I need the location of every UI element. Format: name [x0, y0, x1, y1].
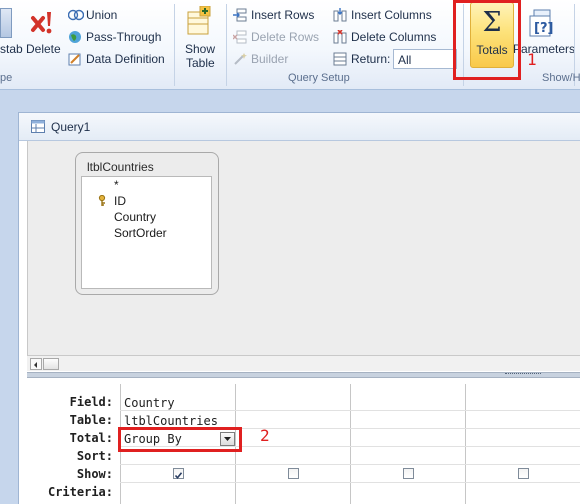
- insert-rows-icon: [233, 8, 247, 22]
- union-icon: [67, 8, 85, 22]
- delete-rows-icon: [232, 30, 247, 44]
- parameters-icon[interactable]: [?]: [528, 8, 556, 38]
- crosstab-icon[interactable]: [0, 8, 12, 38]
- show-checkbox[interactable]: [288, 468, 299, 479]
- row-label-criteria: Criteria:: [47, 485, 113, 499]
- delete-columns-button[interactable]: Delete Columns: [333, 27, 436, 47]
- svg-text:[?]: [?]: [534, 21, 553, 36]
- insert-columns-label: Insert Columns: [351, 8, 432, 22]
- delete-rows-label: Delete Rows: [251, 30, 320, 44]
- row-label-table: Table:: [69, 413, 113, 427]
- grid-divider: [465, 384, 466, 504]
- show-checkbox[interactable]: [518, 468, 529, 479]
- delete-rows-button[interactable]: Delete Rows: [232, 27, 320, 47]
- return-icon: [333, 52, 347, 66]
- builder-wand-icon: [233, 52, 247, 66]
- group-separator: [226, 4, 227, 86]
- delete-icon[interactable]: [30, 8, 56, 38]
- show-checkbox-checked[interactable]: [173, 468, 184, 480]
- grid-row-divider: [120, 410, 580, 411]
- row-label-sort: Sort:: [76, 449, 113, 463]
- field-item-country[interactable]: Country: [114, 210, 156, 224]
- passthrough-button[interactable]: Pass-Through: [68, 27, 161, 47]
- table-cell[interactable]: ltblCountries: [124, 414, 218, 428]
- return-value: All: [398, 53, 412, 67]
- delete-button-label[interactable]: Delete: [26, 42, 61, 56]
- annotation-highlight-box-1: [453, 0, 521, 80]
- return-combobox[interactable]: All: [393, 49, 457, 69]
- parameters-label[interactable]: Parameters: [513, 42, 575, 56]
- crosstab-button-label[interactable]: stab: [0, 42, 23, 56]
- data-definition-button[interactable]: Data Definition: [68, 49, 165, 69]
- grid-row-divider: [120, 482, 580, 483]
- field-item-all[interactable]: *: [114, 178, 119, 192]
- horizontal-scrollbar[interactable]: [27, 355, 580, 371]
- group-label-query-setup: Query Setup: [288, 72, 350, 84]
- union-label: Union: [86, 8, 118, 22]
- insert-columns-icon: [333, 8, 347, 22]
- group-separator: [174, 4, 175, 86]
- group-label-show-hide: Show/H: [542, 72, 580, 84]
- show-checkbox[interactable]: [403, 468, 414, 479]
- annotation-number-1: 1: [527, 50, 537, 69]
- field-item-sortorder[interactable]: SortOrder: [114, 226, 167, 240]
- delete-columns-label: Delete Columns: [351, 30, 437, 44]
- passthrough-label: Pass-Through: [86, 30, 162, 44]
- field-cell[interactable]: Country: [124, 396, 175, 410]
- insert-rows-label: Insert Rows: [251, 8, 315, 22]
- query-tab[interactable]: Query1: [19, 113, 580, 141]
- insert-columns-button[interactable]: Insert Columns: [333, 5, 432, 25]
- primary-key-icon: [98, 194, 108, 207]
- globe-icon: [68, 30, 82, 44]
- grid-divider: [350, 384, 351, 504]
- table-field-list-title[interactable]: ltblCountries: [87, 160, 154, 174]
- grid-row-divider: [120, 464, 580, 465]
- scrollbar-thumb[interactable]: [43, 358, 59, 370]
- builder-button[interactable]: Builder: [233, 49, 288, 69]
- show-table-label-2[interactable]: Table: [186, 56, 215, 70]
- data-definition-label: Data Definition: [86, 52, 165, 66]
- annotation-highlight-box-2: [118, 427, 242, 452]
- delete-columns-icon: [333, 29, 347, 44]
- annotation-number-2: 2: [260, 426, 270, 445]
- show-table-icon[interactable]: [186, 5, 212, 36]
- query-tab-title: Query1: [51, 120, 91, 134]
- row-label-total: Total:: [69, 431, 113, 445]
- row-label-field: Field:: [69, 395, 113, 409]
- union-button[interactable]: Union: [67, 5, 118, 25]
- return-control: Return:: [333, 49, 390, 69]
- show-table-label-1[interactable]: Show: [185, 42, 215, 56]
- row-label-show: Show:: [76, 467, 113, 481]
- return-label: Return:: [351, 52, 391, 66]
- builder-label: Builder: [251, 52, 289, 66]
- scroll-left-arrow-icon[interactable]: [30, 358, 42, 370]
- data-definition-icon: [68, 52, 82, 66]
- splitter-grip: [505, 373, 541, 376]
- query-icon: [31, 120, 47, 134]
- insert-rows-button[interactable]: Insert Rows: [233, 5, 314, 25]
- group-label-query-type: pe: [0, 72, 13, 84]
- field-item-id[interactable]: ID: [114, 194, 126, 208]
